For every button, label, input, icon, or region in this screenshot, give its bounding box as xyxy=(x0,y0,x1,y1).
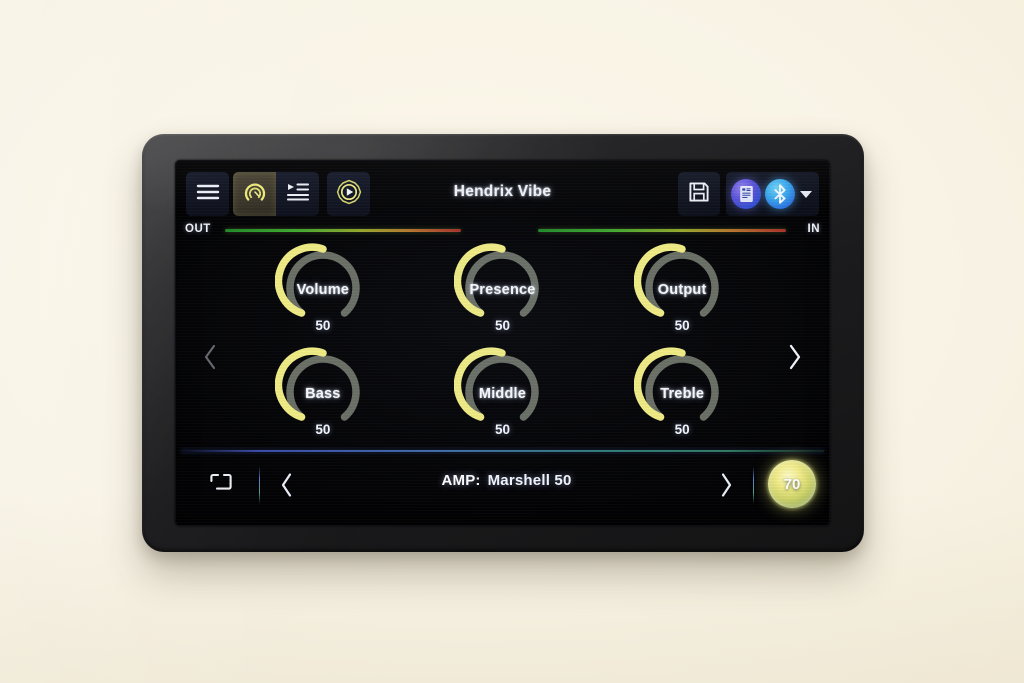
save-icon xyxy=(687,180,711,209)
out-meter-label: OUT xyxy=(185,223,211,235)
chevron-left-icon xyxy=(281,473,291,497)
device-icon xyxy=(739,186,753,202)
amp-label: AMP: xyxy=(441,472,481,489)
next-amp-button[interactable] xyxy=(712,468,740,502)
amp-selector[interactable]: AMP: Marshell 50 xyxy=(305,472,708,489)
bluetooth-button[interactable] xyxy=(765,179,795,209)
in-meter-bar xyxy=(538,229,786,232)
amp-value: Marshell 50 xyxy=(487,472,572,489)
out-meter-bar xyxy=(225,229,461,232)
knob-output[interactable]: Output 50 xyxy=(592,242,772,346)
knob-presence[interactable]: Presence 50 xyxy=(413,242,593,346)
save-button[interactable] xyxy=(678,172,720,216)
device-screen: Hendrix Vibe OUT IN Volume 50 Presence 5… xyxy=(175,160,830,526)
amp-modeler-device: Hendrix Vibe OUT IN Volume 50 Presence 5… xyxy=(142,134,864,552)
chevron-right-icon xyxy=(721,473,731,497)
top-toolbar: Hendrix Vibe xyxy=(175,172,830,220)
knob-label: Presence xyxy=(469,282,536,298)
level-meters: OUT IN xyxy=(175,222,830,240)
knob-volume[interactable]: Volume 50 xyxy=(233,242,413,346)
midi-device-button[interactable] xyxy=(731,179,761,209)
knob-grid: Volume 50 Presence 50 Output 50 Bass 50 … xyxy=(233,242,772,450)
knob-value: 50 xyxy=(674,422,690,437)
knob-label: Output xyxy=(657,282,707,298)
chevron-right-icon xyxy=(789,344,801,370)
right-tool-group xyxy=(678,172,819,216)
bypass-button[interactable] xyxy=(203,466,239,502)
knob-value: 50 xyxy=(315,422,331,437)
chevron-left-icon xyxy=(204,344,216,370)
screen-ui: Hendrix Vibe OUT IN Volume 50 Presence 5… xyxy=(175,160,830,526)
knob-middle[interactable]: Middle 50 xyxy=(413,346,593,450)
chevron-down-icon[interactable] xyxy=(800,190,812,198)
separator-left xyxy=(259,466,260,504)
loop-icon xyxy=(210,473,232,490)
knob-value: 50 xyxy=(674,318,690,333)
in-meter-label: IN xyxy=(807,223,820,235)
knob-label: Treble xyxy=(660,386,705,402)
separator-right xyxy=(753,466,754,504)
section-divider xyxy=(181,450,824,452)
knob-value: 50 xyxy=(494,422,510,437)
knob-bass[interactable]: Bass 50 xyxy=(233,346,413,450)
knob-panel: Volume 50 Presence 50 Output 50 Bass 50 … xyxy=(175,242,830,450)
knob-value: 50 xyxy=(315,318,331,333)
master-volume-value: 70 xyxy=(783,475,801,493)
connection-group xyxy=(726,172,819,216)
knob-label: Bass xyxy=(305,386,341,402)
bottom-toolbar: AMP: Marshell 50 70 xyxy=(175,454,830,520)
knob-label: Middle xyxy=(478,386,527,402)
next-page-button[interactable] xyxy=(782,340,808,374)
prev-page-button[interactable] xyxy=(197,340,223,374)
prev-amp-button[interactable] xyxy=(272,468,300,502)
master-volume-knob[interactable]: 70 xyxy=(768,460,816,508)
knob-value: 50 xyxy=(494,318,510,333)
knob-label: Volume xyxy=(296,282,350,298)
knob-treble[interactable]: Treble 50 xyxy=(592,346,772,450)
bluetooth-icon xyxy=(774,184,786,204)
